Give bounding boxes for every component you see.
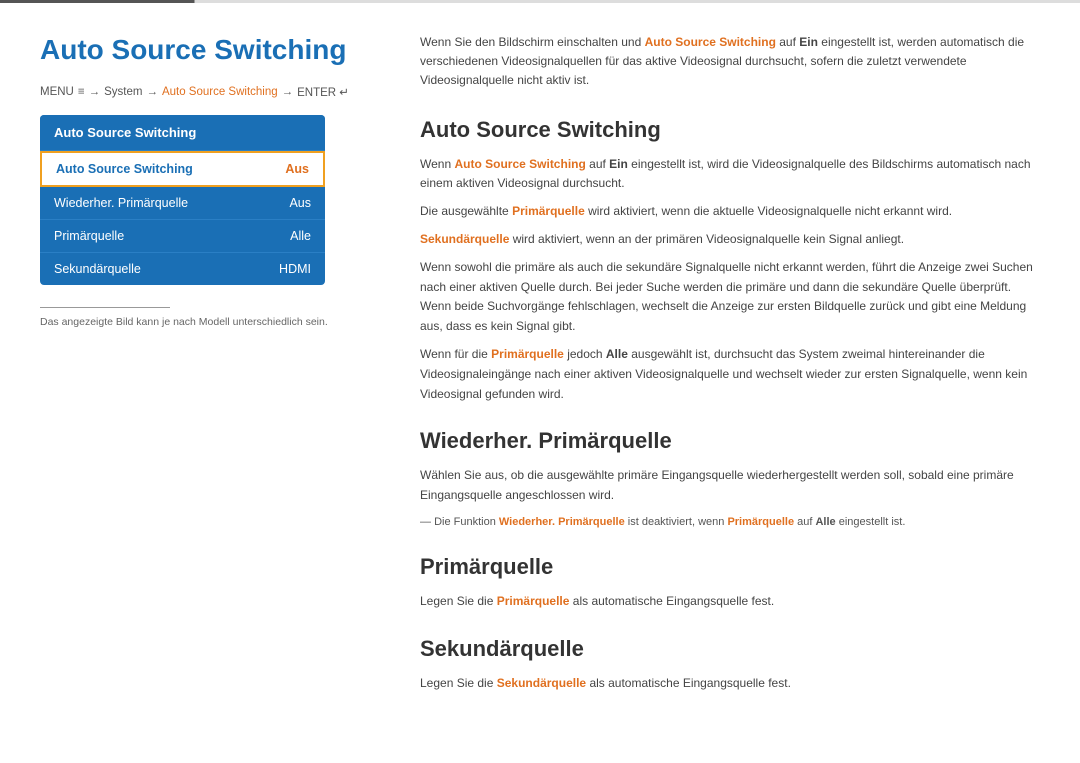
section-body-auto-4: Wenn sowohl die primäre als auch die sek… xyxy=(420,258,1040,337)
arrow-2: → xyxy=(146,86,158,98)
intro-highlight: Auto Source Switching xyxy=(645,35,776,49)
menu-item-primaer[interactable]: Primärquelle Alle xyxy=(40,220,325,253)
menu-item-sekundaer[interactable]: Sekundärquelle HDMI xyxy=(40,253,325,285)
menu-item-label-wiederher: Wiederher. Primärquelle xyxy=(54,196,188,210)
section-body-wiederher-1: Wählen Sie aus, ob die ausgewählte primä… xyxy=(420,466,1040,506)
section-body-auto-1: Wenn Auto Source Switching auf Ein einge… xyxy=(420,155,1040,195)
page-title: Auto Source Switching xyxy=(40,33,380,67)
highlight-sekundaer-2: Sekundärquelle xyxy=(497,676,586,690)
menu-item-label-auto-source: Auto Source Switching xyxy=(56,162,193,176)
right-panel: Wenn Sie den Bildschirm einschalten und … xyxy=(420,33,1040,718)
menu-item-value-wiederher: Aus xyxy=(289,196,311,210)
menu-box-header: Auto Source Switching xyxy=(40,115,325,151)
system-label: System xyxy=(104,86,142,98)
menu-item-value-primaer: Alle xyxy=(290,229,311,243)
menu-item-value-sekundaer: HDMI xyxy=(279,262,311,276)
highlight-sekundaer-1: Sekundärquelle xyxy=(420,232,509,246)
section-body-auto-3: Sekundärquelle wird aktiviert, wenn an d… xyxy=(420,230,1040,250)
section-title-auto-source: Auto Source Switching xyxy=(420,117,1040,143)
menu-icon: ≡ xyxy=(78,86,85,98)
footnote-divider xyxy=(40,307,170,308)
enter-label: ENTER ↵ xyxy=(297,85,349,99)
highlight-primaer-note: Primärquelle xyxy=(727,516,794,528)
highlight-primaer-2: Primärquelle xyxy=(491,347,564,361)
footnote: Das angezeigte Bild kann je nach Modell … xyxy=(40,316,380,328)
section-body-primaer: Legen Sie die Primärquelle als automatis… xyxy=(420,592,1040,612)
menu-item-label-sekundaer: Sekundärquelle xyxy=(54,262,141,276)
menu-box: Auto Source Switching Auto Source Switch… xyxy=(40,115,325,285)
menu-item-value-auto-source: Aus xyxy=(285,162,309,176)
highlight-auto-1: Auto Source Switching xyxy=(454,157,585,171)
highlight-primaer-1: Primärquelle xyxy=(512,204,585,218)
path-highlight: Auto Source Switching xyxy=(162,86,278,98)
arrow-3: → xyxy=(282,86,294,98)
menu-item-label-primaer: Primärquelle xyxy=(54,229,124,243)
section-primaerquelle: Primärquelle Legen Sie die Primärquelle … xyxy=(420,554,1040,612)
section-sekundaerquelle: Sekundärquelle Legen Sie die Sekundärque… xyxy=(420,636,1040,694)
menu-label: MENU xyxy=(40,86,74,98)
section-body-sekundaer: Legen Sie die Sekundärquelle als automat… xyxy=(420,674,1040,694)
section-auto-source: Auto Source Switching Wenn Auto Source S… xyxy=(420,117,1040,405)
section-title-sekundaer: Sekundärquelle xyxy=(420,636,1040,662)
section-wiederher: Wiederher. Primärquelle Wählen Sie aus, … xyxy=(420,428,1040,530)
menu-path: MENU ≡ → System → Auto Source Switching … xyxy=(40,85,380,99)
section-title-primaer: Primärquelle xyxy=(420,554,1040,580)
menu-item-auto-source[interactable]: Auto Source Switching Aus xyxy=(40,151,325,187)
arrow-1: → xyxy=(89,86,101,98)
intro-paragraph: Wenn Sie den Bildschirm einschalten und … xyxy=(420,33,1040,91)
note-wiederher: Die Funktion Wiederher. Primärquelle ist… xyxy=(420,514,1040,531)
section-body-auto-2: Die ausgewählte Primärquelle wird aktivi… xyxy=(420,202,1040,222)
highlight-primaer-3: Primärquelle xyxy=(497,594,570,608)
section-body-auto-5: Wenn für die Primärquelle jedoch Alle au… xyxy=(420,345,1040,404)
highlight-wiederher-note: Wiederher. Primärquelle xyxy=(499,516,625,528)
section-title-wiederher: Wiederher. Primärquelle xyxy=(420,428,1040,454)
menu-item-wiederher[interactable]: Wiederher. Primärquelle Aus xyxy=(40,187,325,220)
left-panel: Auto Source Switching MENU ≡ → System → … xyxy=(40,33,380,718)
